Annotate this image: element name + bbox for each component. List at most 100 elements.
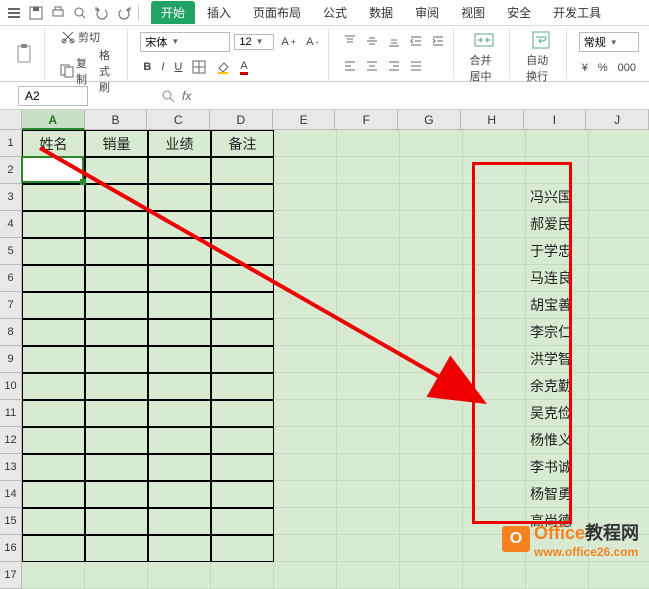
cell-J13[interactable] — [589, 454, 649, 481]
cell-J5[interactable] — [589, 238, 649, 265]
cell-G13[interactable] — [400, 454, 463, 481]
col-header-D[interactable]: D — [210, 110, 273, 130]
tab-data[interactable]: 数据 — [359, 1, 403, 24]
cell-I1[interactable] — [526, 130, 589, 157]
cell-F3[interactable] — [337, 184, 400, 211]
cell-D5[interactable] — [211, 238, 274, 265]
font-size-combo[interactable]: 12▼ — [234, 34, 274, 50]
cell-C16[interactable] — [148, 535, 211, 562]
cell-A15[interactable] — [22, 508, 85, 535]
cell-J2[interactable] — [589, 157, 649, 184]
row-header-14[interactable]: 14 — [0, 481, 22, 508]
row-header-12[interactable]: 12 — [0, 427, 22, 454]
cell-B12[interactable] — [85, 427, 148, 454]
cell-B17[interactable] — [85, 562, 148, 589]
cell-H17[interactable] — [463, 562, 526, 589]
save-icon[interactable] — [26, 3, 46, 23]
cell-C14[interactable] — [148, 481, 211, 508]
cell-D15[interactable] — [211, 508, 274, 535]
indent-right-icon[interactable] — [429, 34, 447, 48]
cell-J12[interactable] — [589, 427, 649, 454]
cell-B16[interactable] — [85, 535, 148, 562]
cell-B13[interactable] — [85, 454, 148, 481]
cell-B11[interactable] — [85, 400, 148, 427]
cell-E10[interactable] — [274, 373, 337, 400]
cell-E5[interactable] — [274, 238, 337, 265]
cell-C10[interactable] — [148, 373, 211, 400]
font-color-button[interactable]: A — [237, 59, 250, 76]
cell-B8[interactable] — [85, 319, 148, 346]
cell-J14[interactable] — [589, 481, 649, 508]
cell-D3[interactable] — [211, 184, 274, 211]
cell-E9[interactable] — [274, 346, 337, 373]
cell-F7[interactable] — [337, 292, 400, 319]
cell-J4[interactable] — [589, 211, 649, 238]
cell-E6[interactable] — [274, 265, 337, 292]
cell-B1[interactable]: 销量 — [85, 130, 148, 157]
cell-G8[interactable] — [400, 319, 463, 346]
col-header-B[interactable]: B — [85, 110, 148, 130]
cell-J9[interactable] — [589, 346, 649, 373]
cell-E17[interactable] — [274, 562, 337, 589]
row-header-4[interactable]: 4 — [0, 211, 22, 238]
cell-C15[interactable] — [148, 508, 211, 535]
cell-F1[interactable] — [337, 130, 400, 157]
cell-G10[interactable] — [400, 373, 463, 400]
cell-G11[interactable] — [400, 400, 463, 427]
row-header-9[interactable]: 9 — [0, 346, 22, 373]
cell-D11[interactable] — [211, 400, 274, 427]
cell-J3[interactable] — [589, 184, 649, 211]
cell-A12[interactable] — [22, 427, 85, 454]
zoom-icon[interactable] — [160, 88, 176, 104]
cell-B4[interactable] — [85, 211, 148, 238]
cell-D7[interactable] — [211, 292, 274, 319]
cell-A10[interactable] — [22, 373, 85, 400]
col-header-A[interactable]: A — [22, 110, 85, 130]
tab-start[interactable]: 开始 — [151, 1, 195, 24]
row-header-2[interactable]: 2 — [0, 157, 22, 184]
cell-G9[interactable] — [400, 346, 463, 373]
cell-D12[interactable] — [211, 427, 274, 454]
cell-C13[interactable] — [148, 454, 211, 481]
select-all-corner[interactable] — [0, 110, 22, 130]
cell-B10[interactable] — [85, 373, 148, 400]
cell-F10[interactable] — [337, 373, 400, 400]
increase-font-icon[interactable]: A+ — [278, 35, 299, 49]
cell-B2[interactable] — [85, 157, 148, 184]
cell-A7[interactable] — [22, 292, 85, 319]
cell-D6[interactable] — [211, 265, 274, 292]
cell-C6[interactable] — [148, 265, 211, 292]
align-top-icon[interactable] — [341, 34, 359, 48]
col-header-H[interactable]: H — [461, 110, 524, 130]
align-center-icon[interactable] — [363, 59, 381, 73]
cell-G12[interactable] — [400, 427, 463, 454]
cell-D16[interactable] — [211, 535, 274, 562]
cell-J1[interactable] — [589, 130, 649, 157]
cell-C12[interactable] — [148, 427, 211, 454]
cell-B15[interactable] — [85, 508, 148, 535]
cell-E7[interactable] — [274, 292, 337, 319]
col-header-G[interactable]: G — [398, 110, 461, 130]
cell-F14[interactable] — [337, 481, 400, 508]
col-header-J[interactable]: J — [586, 110, 649, 130]
print-icon[interactable] — [48, 3, 68, 23]
align-right-icon[interactable] — [385, 59, 403, 73]
cell-E11[interactable] — [274, 400, 337, 427]
cell-D17[interactable] — [211, 562, 274, 589]
cell-E1[interactable] — [274, 130, 337, 157]
cell-D10[interactable] — [211, 373, 274, 400]
cell-J7[interactable] — [589, 292, 649, 319]
tab-insert[interactable]: 插入 — [197, 1, 241, 24]
row-header-6[interactable]: 6 — [0, 265, 22, 292]
preview-icon[interactable] — [70, 3, 90, 23]
cell-C8[interactable] — [148, 319, 211, 346]
col-header-F[interactable]: F — [335, 110, 398, 130]
cell-D8[interactable] — [211, 319, 274, 346]
cell-G14[interactable] — [400, 481, 463, 508]
tab-security[interactable]: 安全 — [497, 1, 541, 24]
cell-C9[interactable] — [148, 346, 211, 373]
cell-G15[interactable] — [400, 508, 463, 535]
cell-A8[interactable] — [22, 319, 85, 346]
cell-C2[interactable] — [148, 157, 211, 184]
cell-J17[interactable] — [589, 562, 649, 589]
